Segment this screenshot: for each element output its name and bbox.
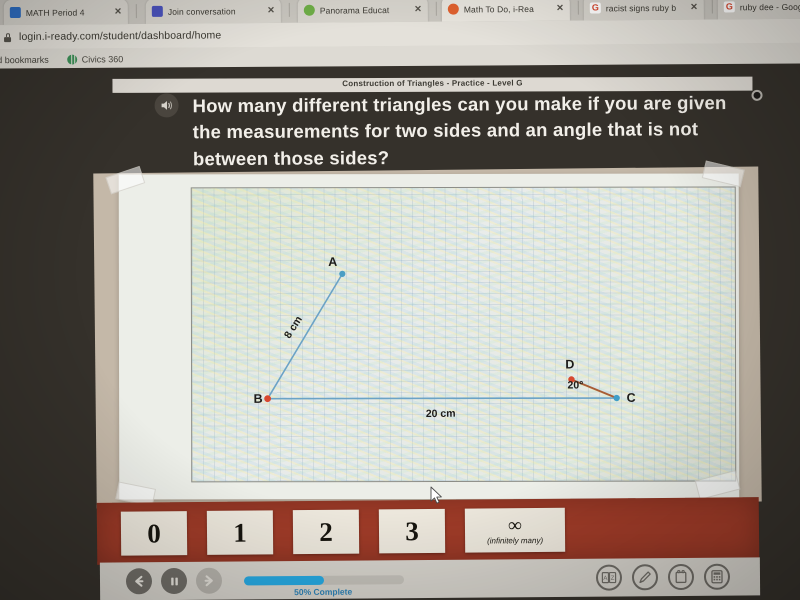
browser-chrome: MATH Period 4 ✕ Join conversation ✕ Pano…	[0, 0, 800, 72]
label-point-D: D	[565, 357, 575, 372]
screenshot-root: MATH Period 4 ✕ Join conversation ✕ Pano…	[0, 0, 800, 600]
browser-tab-title: racist signs ruby b	[605, 2, 677, 13]
answer-choice-2[interactable]: 2	[292, 509, 360, 555]
pencil-icon[interactable]	[631, 564, 659, 591]
browser-tab-title: Panorama Educat	[319, 4, 390, 16]
segment-BA	[266, 273, 344, 400]
label-angle-d: 20°	[567, 379, 584, 392]
answer-choice-4[interactable]: ∞ (infinitely many)	[464, 507, 566, 553]
panorama-icon	[303, 4, 315, 16]
progress-track	[243, 574, 405, 585]
google-icon: G	[723, 1, 735, 13]
tab-divider	[711, 0, 713, 14]
progress-bar: 50% Complete	[243, 574, 405, 597]
globe-icon	[66, 54, 77, 65]
svg-text:A: A	[603, 576, 607, 582]
teams-icon	[151, 5, 163, 17]
lesson-toolbar: 50% Complete A Z	[99, 557, 761, 600]
calculator-icon[interactable]	[703, 563, 731, 590]
answer-value: ∞	[508, 514, 522, 536]
close-icon[interactable]: ✕	[414, 4, 422, 14]
browser-tab-1[interactable]: Join conversation ✕	[145, 0, 281, 24]
browser-tab-4[interactable]: G racist signs ruby b ✕	[583, 0, 704, 21]
label-point-B: B	[253, 391, 263, 406]
tab-divider	[577, 0, 579, 15]
answer-choices-band: 0 1 2 3 ∞ (infinitely many)	[96, 497, 760, 565]
lesson-title: Construction of Triangles - Practice - L…	[342, 78, 523, 89]
question-text: How many different triangles can you mak…	[192, 92, 727, 169]
close-icon[interactable]: ✕	[556, 3, 564, 13]
answer-value: 2	[319, 516, 333, 547]
pause-icon[interactable]	[160, 567, 188, 595]
browser-tab-5[interactable]: G ruby dee - Google ✕	[717, 0, 800, 20]
point-B	[264, 395, 272, 403]
answer-choice-1[interactable]: 1	[206, 510, 274, 555]
browser-tab-title: MATH Period 4	[25, 6, 85, 18]
google-icon: G	[589, 2, 601, 14]
svg-text:Z: Z	[611, 576, 615, 582]
triangle-diagram	[264, 270, 620, 403]
bookmark-label: ed bookmarks	[0, 54, 49, 66]
calendar-icon	[9, 6, 21, 19]
browser-tab-title: Join conversation	[167, 5, 236, 17]
dictionary-icon[interactable]: A Z	[595, 564, 623, 591]
bookmark-item-0[interactable]: ed bookmarks	[0, 55, 49, 65]
browser-tab-3-active[interactable]: Math To Do, i-Rea ✕	[441, 0, 570, 22]
close-icon[interactable]: ✕	[114, 6, 122, 16]
iready-icon	[447, 3, 459, 15]
lock-icon	[4, 33, 11, 42]
browser-tab-title: ruby dee - Google	[739, 1, 800, 12]
close-icon[interactable]: ✕	[267, 5, 275, 15]
label-point-C: C	[626, 390, 636, 405]
answer-value: 1	[233, 517, 247, 548]
progress-label: 50% Complete	[294, 586, 353, 597]
tab-divider	[288, 2, 290, 17]
arrow-left-icon[interactable]	[125, 568, 153, 595]
answer-choice-3[interactable]: 3	[378, 508, 446, 554]
browser-tab-2[interactable]: Panorama Educat ✕	[297, 0, 428, 23]
arrow-right-icon	[195, 567, 223, 594]
progress-fill	[243, 575, 325, 585]
close-icon[interactable]: ✕	[690, 2, 698, 12]
bookmark-label: Civics 360	[81, 54, 124, 65]
answer-value: 3	[405, 515, 419, 546]
speaker-icon[interactable]	[154, 93, 179, 118]
segment-BC	[267, 397, 617, 400]
answer-sublabel: (infinitely many)	[487, 535, 544, 545]
browser-tab-title: Math To Do, i-Rea	[463, 3, 534, 14]
answer-value: 0	[147, 517, 161, 548]
tab-divider	[435, 1, 437, 16]
bookmark-item-1[interactable]: Civics 360	[66, 54, 124, 65]
label-side-bc: 20 cm	[425, 407, 456, 421]
help-dot-icon[interactable]	[751, 89, 763, 101]
notepad-icon[interactable]	[667, 563, 695, 591]
label-point-A: A	[328, 254, 338, 270]
tab-divider	[135, 4, 137, 19]
url-text: login.i-ready.com/student/dashboard/home	[18, 29, 222, 43]
worksheet-photo: A B C D 8 cm 20 cm 20°	[93, 160, 762, 509]
point-C	[613, 394, 620, 402]
browser-tab-0[interactable]: MATH Period 4 ✕	[3, 0, 128, 26]
answer-choice-0[interactable]: 0	[120, 511, 188, 556]
